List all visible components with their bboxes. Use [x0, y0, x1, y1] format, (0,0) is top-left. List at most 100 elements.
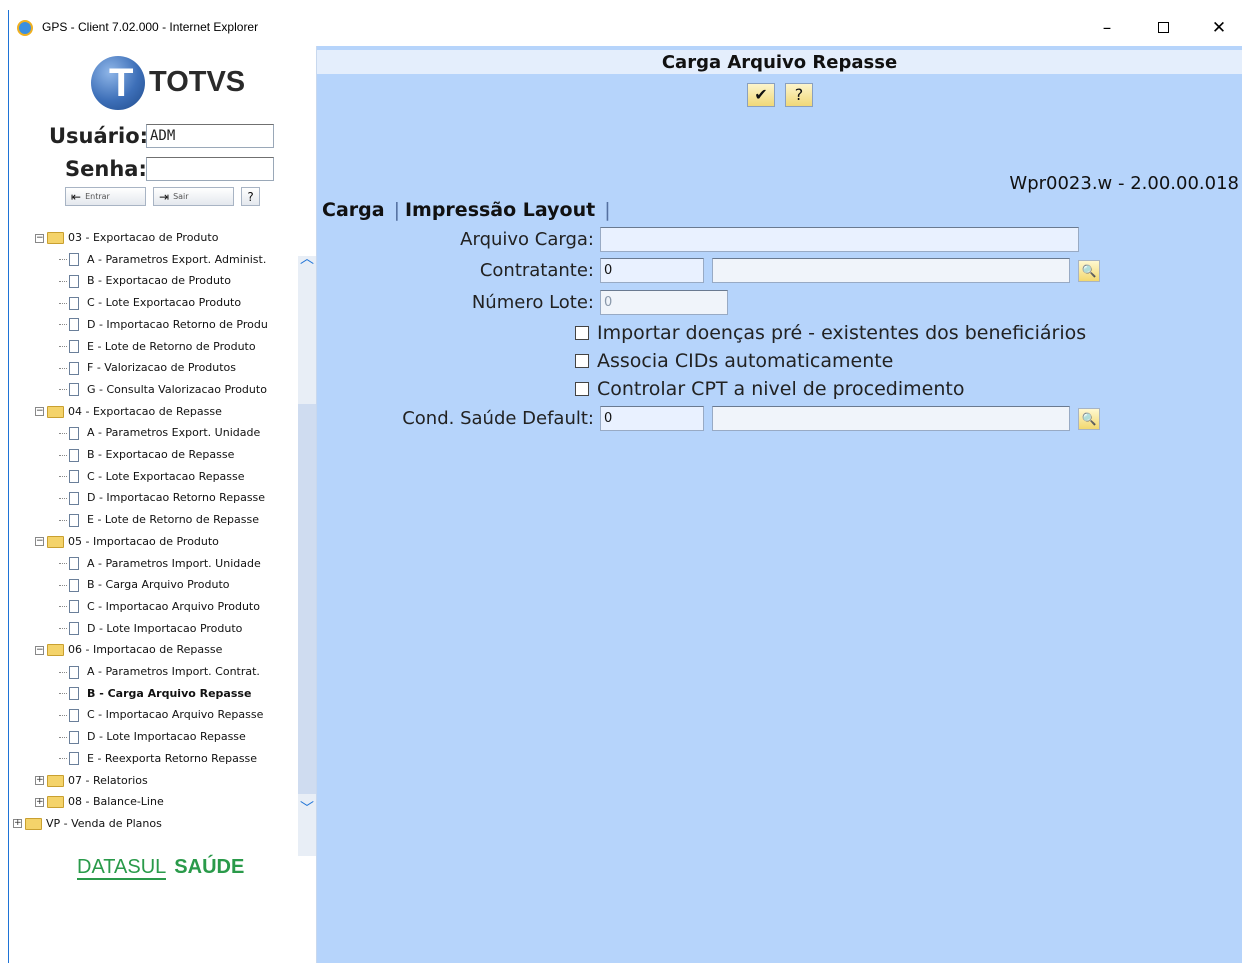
tree-folder[interactable]: +08 - Balance-Line: [35, 792, 301, 812]
tree-folder[interactable]: − 05 - Importacao de Produto: [35, 532, 301, 552]
exit-label: Sair: [173, 192, 189, 201]
confirm-button[interactable]: ✔: [747, 83, 775, 107]
tree-item-label: 07 - Relatorios: [68, 773, 148, 787]
tree-connector: [59, 563, 67, 564]
tree-item-label: E - Lote de Retorno de Produto: [87, 339, 256, 353]
contratante-search-icon[interactable]: 🔍: [1078, 260, 1100, 282]
tree-item[interactable]: A - Parametros Import. Contrat.: [59, 662, 301, 682]
collapse-icon[interactable]: −: [35, 645, 44, 655]
tree-item[interactable]: D - Lote Importacao Repasse: [59, 727, 301, 747]
tree-folder[interactable]: − 06 - Importacao de Repasse: [35, 640, 301, 660]
tree-item[interactable]: E - Lote de Retorno de Repasse: [59, 510, 301, 530]
checkbox-associa-cids[interactable]: Associa CIDs automaticamente: [575, 350, 893, 372]
tree-folder[interactable]: − 04 - Exportacao de Repasse: [35, 402, 301, 422]
tree-connector: [59, 606, 67, 608]
tree-connector: [59, 259, 67, 261]
tab-separator: |: [604, 199, 611, 221]
folder-icon: [47, 796, 64, 809]
tab-separator: |: [393, 199, 400, 221]
document-icon: [69, 361, 79, 375]
arquivo-carga-input[interactable]: [600, 227, 1079, 252]
checkbox-importar-doencas[interactable]: Importar doenças pré - existentes dos be…: [575, 322, 1086, 344]
password-input[interactable]: [146, 157, 274, 181]
tab-impressao-layout[interactable]: Impressão Layout: [405, 199, 595, 221]
expand-icon[interactable]: +: [13, 819, 22, 829]
window-title: GPS - Client 7.02.000 - Internet Explore…: [42, 20, 259, 34]
program-version: Wpr0023.w - 2.00.00.018: [1009, 173, 1239, 194]
tree-connector: [59, 628, 67, 630]
tree-item-label: A - Parametros Export. Administ.: [87, 252, 267, 266]
tree-connector: [59, 432, 67, 434]
checkbox-box[interactable]: [575, 354, 589, 368]
datasul-saude-logo: DATASUL SAÚDE: [77, 856, 244, 880]
checkbox-box[interactable]: [575, 382, 589, 396]
close-button[interactable]: ✕: [1199, 16, 1239, 40]
tree-item-label: C - Lote Exportacao Repasse: [87, 469, 245, 483]
tree-item[interactable]: B - Exportacao de Repasse: [59, 445, 301, 465]
tree-scrollbar-thumb[interactable]: [298, 404, 316, 794]
expand-icon[interactable]: +: [35, 776, 44, 785]
document-icon: [69, 340, 79, 353]
page-title: Carga Arquivo Repasse: [661, 52, 898, 73]
user-input[interactable]: [146, 124, 274, 148]
tree-item[interactable]: C - Lote Exportacao Produto: [59, 293, 301, 313]
checkbox-box[interactable]: [575, 326, 589, 340]
tree-item[interactable]: D - Lote Importacao Produto: [59, 619, 301, 639]
brand-wordmark: TOTVS: [149, 66, 246, 98]
tree-folder[interactable]: +07 - Relatorios: [35, 771, 301, 791]
tree-item[interactable]: C - Lote Exportacao Repasse: [59, 467, 301, 487]
collapse-icon[interactable]: −: [35, 407, 44, 417]
tree-item-label: 05 - Importacao de Produto: [68, 534, 219, 548]
tree-item[interactable]: F - Valorizacao de Produtos: [59, 358, 301, 378]
tree-item[interactable]: B - Carga Arquivo Repasse: [59, 684, 301, 704]
collapse-icon[interactable]: −: [35, 537, 44, 547]
window-titlebar: GPS - Client 7.02.000 - Internet Explore…: [8, 10, 1242, 46]
tree-item[interactable]: C - Importacao Arquivo Repasse: [59, 705, 301, 725]
checkbox-controlar-cpt[interactable]: Controlar CPT a nivel de procedimento: [575, 378, 964, 400]
help-button[interactable]: ?: [785, 83, 813, 107]
tree-item[interactable]: B - Carga Arquivo Produto: [59, 575, 301, 595]
tree-connector: [59, 367, 67, 369]
contratante-label: Contratante:: [479, 260, 594, 281]
tree-item[interactable]: A - Parametros Export. Administ.: [59, 250, 301, 270]
cond-saude-search-icon[interactable]: 🔍: [1078, 408, 1100, 430]
tree-item[interactable]: B - Exportacao de Produto: [59, 271, 301, 291]
tree-folder[interactable]: − 03 - Exportacao de Produto: [35, 228, 301, 248]
cond-saude-code-input[interactable]: [600, 406, 704, 431]
tree-item[interactable]: G - Consulta Valorizacao Produto: [59, 380, 301, 400]
enter-button[interactable]: ⇤ Entrar: [65, 187, 146, 206]
tree-item[interactable]: D - Importacao Retorno de Produ: [59, 315, 301, 335]
exit-button[interactable]: ⇥ Sair: [153, 187, 234, 206]
main-content: Carga Arquivo Repasse ✔ ? Wpr0023.w - 2.…: [317, 46, 1242, 963]
tab-carga[interactable]: Carga: [322, 199, 385, 221]
tree-connector: [59, 584, 67, 586]
numero-lote-label: Número Lote:: [471, 292, 594, 313]
tree-connector: [59, 736, 67, 738]
tree-connector: [59, 302, 67, 304]
folder-icon: [47, 405, 64, 418]
maximize-button[interactable]: [1143, 16, 1183, 40]
totvs-globe-icon: T: [91, 56, 145, 110]
tree-connector: [59, 671, 67, 673]
minimize-button[interactable]: –: [1087, 16, 1127, 40]
tree-item-label: D - Lote Importacao Produto: [87, 621, 243, 635]
login-help-button[interactable]: ?: [241, 187, 260, 206]
tree-folder[interactable]: + VP - Venda de Planos: [13, 814, 301, 834]
tree-item-label: A - Parametros Export. Unidade: [87, 426, 261, 440]
contratante-code-input[interactable]: [600, 258, 704, 283]
scroll-up-icon[interactable]: ︿: [299, 248, 315, 268]
tree-item[interactable]: A - Parametros Import. Unidade: [59, 554, 301, 574]
tree-item[interactable]: E - Lote de Retorno de Produto: [59, 337, 301, 357]
expand-icon[interactable]: +: [35, 797, 44, 807]
collapse-icon[interactable]: −: [35, 233, 44, 243]
tree-item[interactable]: E - Reexporta Retorno Repasse: [59, 749, 301, 769]
numero-lote-input: [600, 290, 728, 315]
scroll-down-icon[interactable]: ﹀: [299, 798, 315, 818]
tree-connector: [59, 693, 67, 695]
folder-icon: [25, 817, 42, 830]
tree-item[interactable]: C - Importacao Arquivo Produto: [59, 597, 301, 617]
tree-item[interactable]: D - Importacao Retorno Repasse: [59, 488, 301, 508]
tree-item-label: A - Parametros Import. Contrat.: [87, 665, 260, 678]
tree-item[interactable]: A - Parametros Export. Unidade: [59, 423, 301, 443]
folder-icon: [47, 535, 64, 548]
